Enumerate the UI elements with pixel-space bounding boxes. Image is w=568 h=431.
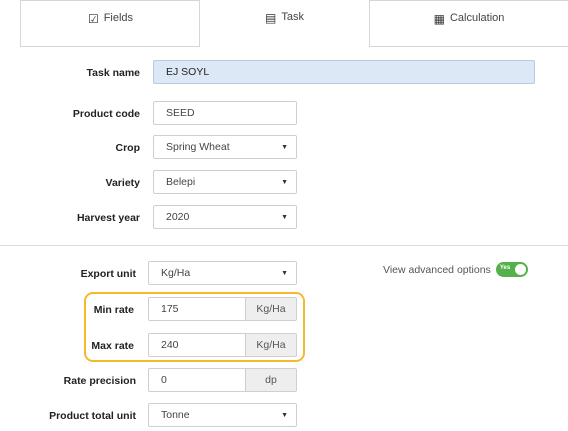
product-total-unit-select[interactable]: Tonne ▼ [148,403,297,427]
min-rate-input[interactable]: 175 Kg/Ha [148,297,297,321]
max-rate-unit: Kg/Ha [245,334,296,356]
harvest-year-select-value: 2020 [166,211,190,223]
variety-select-value: Belepi [166,176,196,188]
max-rate-input[interactable]: 240 Kg/Ha [148,333,297,357]
crop-select-value: Spring Wheat [166,141,230,153]
task-name-label: Task name [86,67,141,79]
product-total-unit-label: Product total unit [49,410,136,422]
product-code-label: Product code [72,108,140,120]
min-rate-label: Min rate [93,304,134,316]
rate-precision-value: 0 [161,374,167,386]
tab-task-label: Task [281,11,304,23]
advanced-options-toggle[interactable]: Yes [495,262,528,277]
advanced-options: View advanced options Yes [383,262,528,277]
chevron-down-icon: ▼ [281,412,288,419]
task-name-input[interactable]: EJ SOYL [153,60,535,84]
chevron-down-icon: ▼ [281,179,288,186]
max-rate-label: Max rate [91,340,134,352]
tab-fields-label: Fields [103,12,134,24]
crop-select[interactable]: Spring Wheat ▼ [153,135,297,159]
product-total-unit-value: Tonne [161,409,190,421]
harvest-year-label: Harvest year [76,212,140,224]
rate-precision-unit: dp [245,369,296,391]
export-unit-select-value: Kg/Ha [161,267,191,279]
min-rate-unit: Kg/Ha [245,298,296,320]
chevron-down-icon: ▼ [281,270,288,277]
toggle-knob [514,264,526,275]
toggle-yes-text: Yes [499,265,511,271]
rate-precision-label: Rate precision [63,375,136,387]
harvest-year-select[interactable]: 2020 ▼ [153,205,297,229]
tab-calculation-label: Calculation [449,12,505,24]
max-rate-value: 240 [161,339,179,351]
chevron-down-icon: ▼ [281,144,288,151]
calculator-icon: ▦ [433,12,445,26]
chevron-down-icon: ▼ [281,214,288,221]
rate-precision-input[interactable]: 0 dp [148,368,297,392]
tab-bar: ☑ Fields ▤ Task ▦ Calculation [0,0,568,47]
min-rate-value: 175 [161,303,179,315]
export-unit-label: Export unit [80,268,136,280]
checkbox-icon: ☑ [87,12,99,26]
variety-select[interactable]: Belepi ▼ [153,170,297,194]
tab-task[interactable]: ▤ Task [199,0,370,47]
section-divider [0,245,568,246]
variety-label: Variety [105,177,140,189]
advanced-options-label: View advanced options [383,263,491,276]
product-code-input[interactable]: SEED [153,101,297,125]
task-icon: ▤ [265,11,277,25]
tab-calculation[interactable]: ▦ Calculation [369,0,568,47]
tab-fields[interactable]: ☑ Fields [20,0,200,47]
export-unit-select[interactable]: Kg/Ha ▼ [148,261,297,285]
crop-label: Crop [115,142,141,154]
